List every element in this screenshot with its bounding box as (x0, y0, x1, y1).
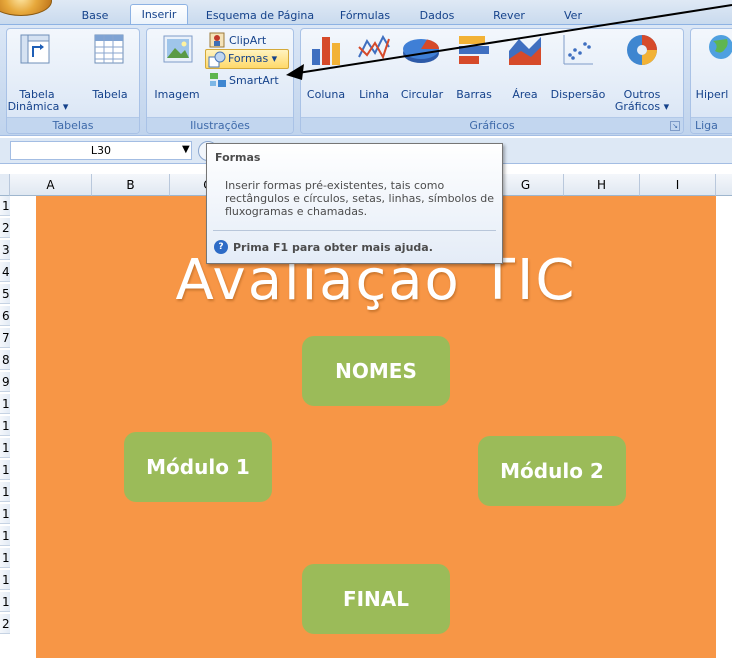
scatter-chart-icon (563, 35, 593, 65)
row-headers: 1 2 3 4 5 6 7 8 9 10 11 12 13 14 15 16 1… (0, 196, 17, 665)
row-header[interactable]: 17 (0, 548, 17, 568)
name-box-dropdown-icon[interactable]: ▼ (182, 144, 190, 155)
tooltip-divider (213, 230, 496, 231)
group-label-graficos: Gráficos (301, 117, 683, 133)
column-header-i[interactable]: I (640, 174, 716, 196)
box-final[interactable]: FINAL (302, 564, 450, 634)
smartart-button[interactable]: SmartArt (229, 75, 279, 87)
column-header-h[interactable]: H (564, 174, 640, 196)
group-label-ilustracoes: Ilustrações (147, 117, 293, 133)
area-chart-button[interactable]: Área (503, 89, 547, 101)
tab-ver[interactable]: Ver (548, 8, 598, 24)
formas-tooltip: Formas Inserir formas pré-existentes, ta… (206, 143, 503, 264)
select-all-corner[interactable] (0, 174, 10, 196)
pivot-table-label-2[interactable]: Dinâmica ▾ (7, 101, 69, 113)
smartart-icon (210, 73, 226, 87)
tab-base[interactable]: Base (70, 8, 120, 24)
box-modulo-1[interactable]: Módulo 1 (124, 432, 272, 502)
name-box[interactable]: L30 (10, 141, 192, 160)
row-header[interactable]: 2 (0, 218, 10, 238)
group-label-tabelas: Tabelas (7, 117, 139, 133)
column-header-partial (716, 174, 732, 196)
tooltip-title: Formas (215, 151, 261, 164)
column-header-a[interactable]: A (10, 174, 92, 196)
row-header[interactable]: 7 (0, 328, 10, 348)
row-header[interactable]: 1 (0, 196, 10, 216)
tab-inserir[interactable]: Inserir (130, 4, 188, 25)
tooltip-help-text: Prima F1 para obter mais ajuda. (233, 241, 433, 254)
ribbon-tab-bar: Base Inserir Esquema de Página Fórmulas … (0, 0, 732, 25)
orange-background-shape[interactable]: Avaliação TIC NOMES Módulo 1 Módulo 2 FI… (36, 196, 716, 658)
tab-dados[interactable]: Dados (402, 8, 472, 24)
row-header[interactable]: 10 (0, 394, 17, 414)
column-chart-icon (312, 37, 340, 65)
row-header[interactable]: 20 (0, 614, 17, 634)
row-header[interactable]: 13 (0, 460, 17, 480)
row-header[interactable]: 14 (0, 482, 17, 502)
row-header[interactable]: 9 (0, 372, 10, 392)
row-header[interactable]: 18 (0, 570, 17, 590)
row-header[interactable]: 5 (0, 284, 10, 304)
pie-chart-button[interactable]: Circular (397, 89, 447, 101)
picture-label[interactable]: Imagem (149, 89, 205, 101)
row-header[interactable]: 16 (0, 526, 17, 546)
row-header[interactable]: 6 (0, 306, 10, 326)
group-ligacoes: Hiperl Liga (690, 28, 732, 134)
office-button[interactable] (0, 0, 52, 16)
pivot-table-icon (20, 34, 50, 64)
clipart-icon (209, 32, 225, 48)
row-header[interactable]: 3 (0, 240, 10, 260)
group-graficos: Coluna Linha Circular Barras Área Disper… (300, 28, 684, 134)
table-label[interactable]: Tabela (87, 89, 133, 101)
row-header[interactable]: 8 (0, 350, 10, 370)
row-header[interactable]: 4 (0, 262, 10, 282)
row-header[interactable]: 12 (0, 438, 17, 458)
tab-rever[interactable]: Rever (476, 8, 542, 24)
row-header[interactable]: 11 (0, 416, 17, 436)
table-icon (94, 34, 124, 64)
other-charts-icon (627, 35, 657, 65)
picture-icon (163, 35, 193, 63)
ribbon: Tabela Dinâmica ▾ Tabela Tabelas Imagem … (0, 24, 732, 136)
pie-chart-icon (403, 39, 440, 63)
tooltip-description: Inserir formas pré-existentes, tais como… (225, 179, 495, 218)
tab-formulas[interactable]: Fórmulas (330, 8, 400, 24)
box-nomes[interactable]: NOMES (302, 336, 450, 406)
other-charts-label-2[interactable]: Gráficos ▾ (611, 101, 673, 113)
box-modulo-2[interactable]: Módulo 2 (478, 436, 626, 506)
scatter-chart-button[interactable]: Dispersão (547, 89, 609, 101)
column-chart-button[interactable]: Coluna (301, 89, 351, 101)
tab-esquema-de-pagina[interactable]: Esquema de Página (195, 8, 325, 24)
shapes-icon (208, 51, 226, 68)
group-ilustracoes: Imagem ClipArt Formas ▾ SmartArt Ilustra… (146, 28, 294, 134)
clipart-button[interactable]: ClipArt (229, 35, 266, 47)
worksheet[interactable]: Avaliação TIC NOMES Módulo 1 Módulo 2 FI… (10, 196, 732, 665)
group-label-ligacoes: Liga (691, 117, 732, 133)
row-header[interactable]: 19 (0, 592, 17, 612)
bar-chart-icon (459, 36, 489, 64)
group-tabelas: Tabela Dinâmica ▾ Tabela Tabelas (6, 28, 140, 134)
hyperlink-button[interactable]: Hiperl (689, 89, 732, 101)
area-chart-icon (509, 37, 541, 65)
line-chart-icon (358, 34, 390, 60)
bar-chart-button[interactable]: Barras (451, 89, 497, 101)
formas-label: Formas ▾ (228, 52, 278, 65)
column-header-b[interactable]: B (92, 174, 170, 196)
row-header[interactable]: 15 (0, 504, 17, 524)
dialog-launcher-icon[interactable]: ↘ (670, 121, 680, 131)
globe-link-icon (709, 35, 732, 59)
help-icon: ? (214, 240, 228, 254)
formas-button[interactable]: Formas ▾ (205, 49, 289, 69)
line-chart-button[interactable]: Linha (353, 89, 395, 101)
